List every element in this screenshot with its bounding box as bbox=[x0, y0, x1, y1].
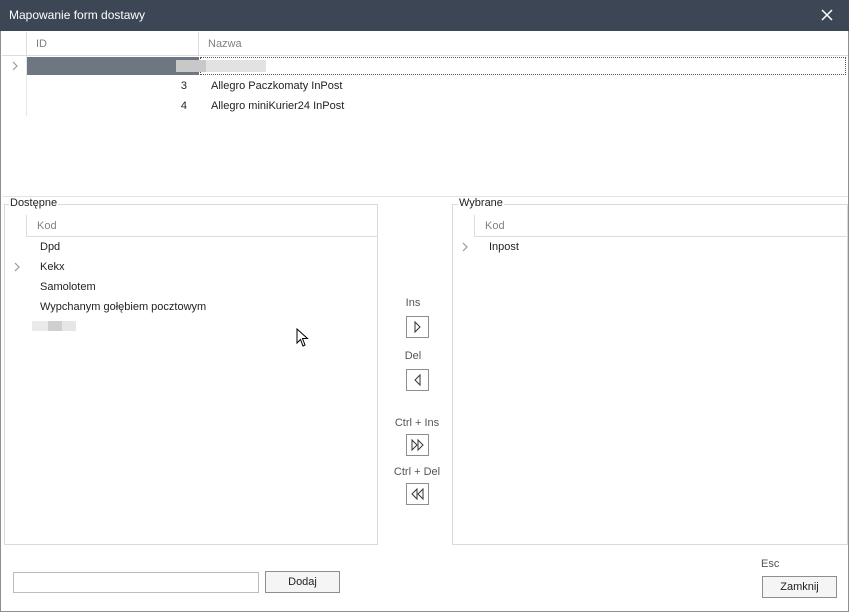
list-item[interactable]: Kekx bbox=[40, 257, 64, 277]
selected-label: Wybrane bbox=[458, 197, 504, 209]
grid-header: ID Nazwa bbox=[2, 32, 848, 56]
list-item[interactable]: Samolotem bbox=[40, 277, 96, 297]
obscured-region bbox=[62, 321, 76, 331]
window-title: Mapowanie form dostawy bbox=[9, 8, 146, 22]
add-button[interactable]: Dodaj bbox=[265, 571, 340, 593]
add-one-button[interactable] bbox=[406, 316, 429, 338]
close-icon[interactable] bbox=[819, 7, 835, 23]
selected-groupbox: Kod Inpost bbox=[452, 204, 848, 545]
mouse-cursor-icon bbox=[296, 328, 309, 347]
new-code-input[interactable] bbox=[13, 572, 259, 593]
close-shortcut-label: Esc bbox=[761, 558, 780, 570]
chevron-right-icon bbox=[12, 61, 18, 71]
list-item[interactable]: Wypchanym gołębiem pocztowym bbox=[40, 297, 206, 317]
row-id: 3 bbox=[180, 80, 187, 92]
row-name: Allegro Paczkomaty InPost bbox=[211, 80, 343, 92]
list-item[interactable]: Inpost bbox=[489, 237, 519, 257]
table-row-selected[interactable] bbox=[2, 56, 848, 76]
table-row[interactable]: 3 Allegro Paczkomaty InPost bbox=[2, 76, 848, 96]
selected-id-cell[interactable] bbox=[27, 57, 199, 75]
row-indicator bbox=[2, 96, 26, 116]
remove-one-shortcut-label: Del bbox=[404, 350, 422, 362]
remove-all-button[interactable] bbox=[406, 483, 429, 505]
available-list-header: Kod bbox=[26, 215, 378, 237]
selected-list-header: Kod bbox=[474, 215, 848, 237]
remove-all-shortcut-label: Ctrl + Del bbox=[393, 466, 441, 478]
add-all-shortcut-label: Ctrl + Ins bbox=[394, 417, 440, 429]
double-arrow-right-icon bbox=[411, 438, 424, 452]
available-groupbox: Kod Dpd Kekx Samolotem Wypchanym gołębie… bbox=[4, 204, 378, 545]
obscured-region bbox=[206, 60, 266, 72]
row-indicator bbox=[2, 56, 26, 76]
arrow-left-icon bbox=[414, 373, 421, 387]
column-header-name[interactable]: Nazwa bbox=[208, 32, 242, 56]
column-separator bbox=[26, 215, 27, 237]
column-header-code[interactable]: Kod bbox=[37, 215, 57, 237]
available-label: Dostępne bbox=[9, 197, 59, 209]
panel-divider bbox=[2, 196, 848, 197]
obscured-region bbox=[176, 60, 206, 72]
add-all-button[interactable] bbox=[406, 434, 429, 456]
table-row[interactable]: 4 Allegro miniKurier24 InPost bbox=[2, 96, 848, 116]
arrow-right-icon bbox=[414, 320, 421, 334]
obscured-region bbox=[32, 321, 48, 331]
list-item[interactable]: Dpd bbox=[40, 237, 60, 257]
row-name: Allegro miniKurier24 InPost bbox=[211, 100, 345, 112]
column-header-id[interactable]: ID bbox=[36, 32, 47, 56]
editing-name-cell[interactable] bbox=[200, 57, 846, 75]
double-arrow-left-icon bbox=[411, 487, 424, 501]
remove-one-button[interactable] bbox=[406, 369, 429, 391]
column-separator bbox=[474, 215, 475, 237]
close-button[interactable]: Zamknij bbox=[762, 576, 837, 598]
column-header-code[interactable]: Kod bbox=[485, 215, 505, 237]
delivery-forms-grid: ID Nazwa 3 Allegro Paczkomaty InPost 4 A… bbox=[2, 32, 848, 196]
column-separator bbox=[198, 32, 199, 56]
column-separator bbox=[26, 32, 27, 56]
dialog-body: ID Nazwa 3 Allegro Paczkomaty InPost 4 A… bbox=[0, 31, 849, 612]
row-id bbox=[27, 57, 193, 77]
obscured-region bbox=[48, 321, 62, 331]
indicator-column-border bbox=[26, 56, 27, 116]
chevron-right-icon bbox=[462, 242, 468, 252]
row-id: 4 bbox=[180, 100, 187, 112]
chevron-right-icon bbox=[14, 262, 20, 272]
row-indicator bbox=[2, 76, 26, 96]
title-bar: Mapowanie form dostawy bbox=[0, 0, 849, 31]
add-one-shortcut-label: Ins bbox=[405, 297, 421, 309]
